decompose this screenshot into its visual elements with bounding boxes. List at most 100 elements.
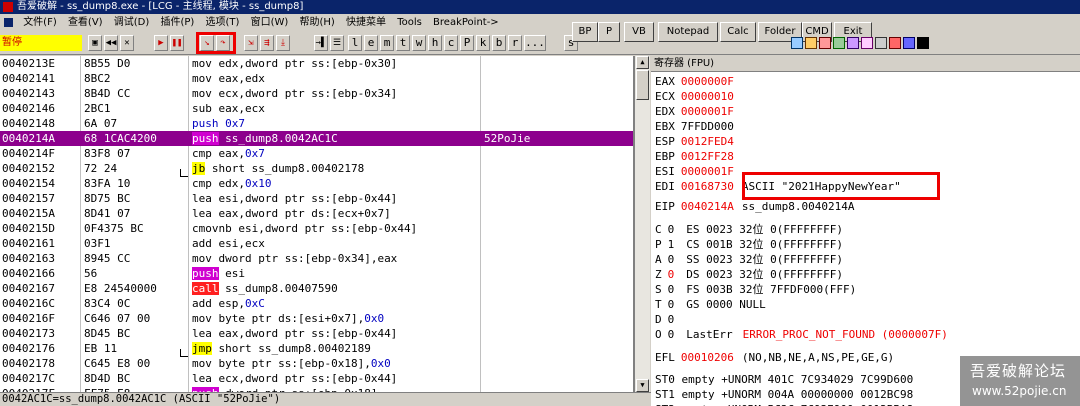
disasm-row[interactable]: 00402152 72 24 jb short ss_dump8.00402178: [0, 161, 633, 176]
plugin-e-icon[interactable]: [847, 37, 859, 49]
register-line[interactable]: EDX 0000001F: [655, 104, 734, 119]
window-threads-button[interactable]: t: [396, 35, 410, 51]
disasm-row[interactable]: 0040216C 83C4 0C add esp,0xC: [0, 296, 633, 311]
goto-icon[interactable]: →▌: [314, 35, 328, 51]
disasm-row[interactable]: 00402148 6A 07 push 0x7: [0, 116, 633, 131]
menu-debug[interactable]: 调试(D): [110, 17, 154, 28]
window-runtrace-button[interactable]: ...: [524, 35, 546, 51]
disasm-row[interactable]: 0040215D 0F4375 BC cmovnb esi,dword ptr ss…: [0, 221, 633, 236]
register-line[interactable]: ST0 empty +UNORM 401C 7C934029 7C99D600: [655, 372, 913, 387]
register-line[interactable]: T 0 GS 0000 NULL: [655, 297, 766, 312]
disassembly-pane[interactable]: 0040213E 8B55 D0 mov edx,dword ptr ss:[ebp…: [0, 56, 634, 392]
disasm-row[interactable]: 00402176 EB 11 jmp short ss_dump8.00402189: [0, 341, 633, 356]
registers-pane[interactable]: 寄存器 (FPU) EAX 0000000F ECX 00000010 EDX 00000…: [651, 56, 1080, 406]
window-references-button[interactable]: r: [508, 35, 522, 51]
trace-over-icon[interactable]: ⇶: [260, 35, 274, 51]
register-line[interactable]: EAX 0000000F: [655, 74, 734, 89]
scrollbar-thumb[interactable]: [636, 70, 649, 100]
menu-view[interactable]: 查看(V): [64, 17, 107, 28]
close-icon[interactable]: ✕: [120, 35, 134, 51]
menu-file[interactable]: 文件(F): [19, 17, 61, 28]
menu-window[interactable]: 窗口(W): [247, 17, 293, 28]
menu-shortcut[interactable]: 快捷菜单: [342, 17, 390, 28]
disasm-row[interactable]: 0040213E 8B55 D0 mov edx,dword ptr ss:[ebp…: [0, 56, 633, 71]
rewind-icon[interactable]: ◀◀: [104, 35, 118, 51]
disasm-row[interactable]: 00402154 83FA 10 cmp edx,0x10: [0, 176, 633, 191]
window-patches-button[interactable]: P: [460, 35, 474, 51]
register-line[interactable]: EBP 0012FF28: [655, 149, 734, 164]
register-line[interactable]: P 1 CS 001B 32位 0(FFFFFFFF): [655, 237, 843, 252]
disasm-row[interactable]: 00402163 8945 CC mov dword ptr ss:[ebp-0x3…: [0, 251, 633, 266]
disasm-mnemonic: mov: [192, 72, 212, 85]
scroll-down-icon[interactable]: ▼: [636, 379, 649, 392]
register-line[interactable]: ESI 0000001F: [655, 164, 734, 179]
notepad-button[interactable]: Notepad: [658, 22, 718, 42]
bp-button[interactable]: BP: [572, 22, 598, 42]
plugin-a-icon[interactable]: [791, 37, 803, 49]
disasm-row[interactable]: 00402167 E8 24540000 call ss_dump8.0040759…: [0, 281, 633, 296]
run-icon[interactable]: ▶: [154, 35, 168, 51]
menu-plugins[interactable]: 插件(P): [156, 17, 198, 28]
register-line[interactable]: ST2 empty -UNORM BC3C 7C92E900 0012BBA8: [655, 402, 913, 406]
register-line[interactable]: S 0 FS 003B 32位 7FFDF000(FFF): [655, 282, 856, 297]
scroll-up-icon[interactable]: ▲: [636, 56, 649, 69]
window-breakpoints-button[interactable]: b: [492, 35, 506, 51]
disassembly-scrollbar[interactable]: ▲ ▼: [634, 56, 650, 392]
p-button[interactable]: P: [598, 22, 620, 42]
step-over-icon[interactable]: ↷: [216, 35, 230, 51]
window-windows-button[interactable]: w: [412, 35, 426, 51]
window-cpu-button[interactable]: c: [444, 35, 458, 51]
list-icon[interactable]: ☰: [330, 35, 344, 51]
register-line[interactable]: O 0 LastErr ERROR_PROC_NOT_FOUND (0000007F): [655, 327, 948, 342]
calc-button[interactable]: Calc: [720, 22, 756, 42]
plugin-d-icon[interactable]: [833, 37, 845, 49]
plugin-g-icon[interactable]: [875, 37, 887, 49]
disasm-row[interactable]: 00402143 8B4D CC mov ecx,dword ptr ss:[ebp…: [0, 86, 633, 101]
register-line[interactable]: EBX 7FFDD000: [655, 119, 734, 134]
open-icon[interactable]: ▣: [88, 35, 102, 51]
window-exec-button[interactable]: e: [364, 35, 378, 51]
register-name: EAX: [655, 75, 675, 88]
plugin-j-icon[interactable]: [917, 37, 929, 49]
plugin-b-icon[interactable]: [805, 37, 817, 49]
register-line[interactable]: C 0 ES 0023 32位 0(FFFFFFFF): [655, 222, 843, 237]
plugin-c-icon[interactable]: [819, 37, 831, 49]
disasm-row[interactable]: 00402161 03F1 add esi,ecx: [0, 236, 633, 251]
menu-options[interactable]: 选项(T): [202, 17, 244, 28]
disasm-row[interactable]: 0040215A 8D41 07 lea eax,dword ptr ds:[ecx…: [0, 206, 633, 221]
vb-button[interactable]: VB: [624, 22, 654, 42]
disasm-row[interactable]: 0040216F C646 07 00 mov byte ptr ds:[esi+0…: [0, 311, 633, 326]
disasm-row[interactable]: 00402146 2BC1 sub eax,ecx: [0, 101, 633, 116]
register-line[interactable]: ST1 empty +UNORM 004A 00000000 0012BC98: [655, 387, 913, 402]
register-line[interactable]: EFL 00010206 (NO,NB,NE,A,NS,PE,GE,G): [655, 350, 894, 365]
register-line[interactable]: Z 0 DS 0023 32位 0(FFFFFFFF): [655, 267, 843, 282]
disasm-row[interactable]: 0040214F 83F8 07 cmp eax,0x7: [0, 146, 633, 161]
window-log-button[interactable]: l: [348, 35, 362, 51]
register-line[interactable]: A 0 SS 0023 32位 0(FFFFFFFF): [655, 252, 843, 267]
execute-till-return-icon[interactable]: ⤓: [276, 35, 290, 51]
register-line[interactable]: ECX 00000010: [655, 89, 734, 104]
register-line[interactable]: D0: [655, 312, 674, 327]
menu-breakpoint[interactable]: BreakPoint->: [429, 17, 503, 28]
window-handles-button[interactable]: h: [428, 35, 442, 51]
step-into-icon[interactable]: ↘: [200, 35, 214, 51]
disasm-row[interactable]: 0040214A 68 1CAC4200 push ss_dump8.0042AC1…: [0, 131, 633, 146]
register-line[interactable]: EIP 0040214A ss_dump8.0040214A: [655, 199, 854, 214]
trace-into-icon[interactable]: ⇲: [244, 35, 258, 51]
pause-icon[interactable]: ❚❚: [170, 35, 184, 51]
disasm-row[interactable]: 00402173 8D45 BC lea eax,dword ptr ss:[ebp…: [0, 326, 633, 341]
disasm-row[interactable]: 00402178 C645 E8 00 mov byte ptr ss:[ebp-0…: [0, 356, 633, 371]
menu-help[interactable]: 帮助(H): [296, 17, 339, 28]
disasm-row[interactable]: 0040217C 8D4D BC lea ecx,dword ptr ss:[ebp…: [0, 371, 633, 386]
plugin-f-icon[interactable]: [861, 37, 873, 49]
plugin-i-icon[interactable]: [903, 37, 915, 49]
disasm-row[interactable]: 00402166 56 push esi: [0, 266, 633, 281]
plugin-h-icon[interactable]: [889, 37, 901, 49]
window-callstack-button[interactable]: k: [476, 35, 490, 51]
disasm-row[interactable]: 00402157 8D75 BC lea esi,dword ptr ss:[ebp…: [0, 191, 633, 206]
window-memory-button[interactable]: m: [380, 35, 394, 51]
register-line[interactable]: ESP 0012FED4: [655, 134, 734, 149]
register-line[interactable]: EDI 00168730 ASCII "2021HappyNewYear": [655, 179, 901, 194]
disasm-row[interactable]: 00402141 8BC2 mov eax,edx: [0, 71, 633, 86]
menu-tools[interactable]: Tools: [393, 17, 426, 28]
